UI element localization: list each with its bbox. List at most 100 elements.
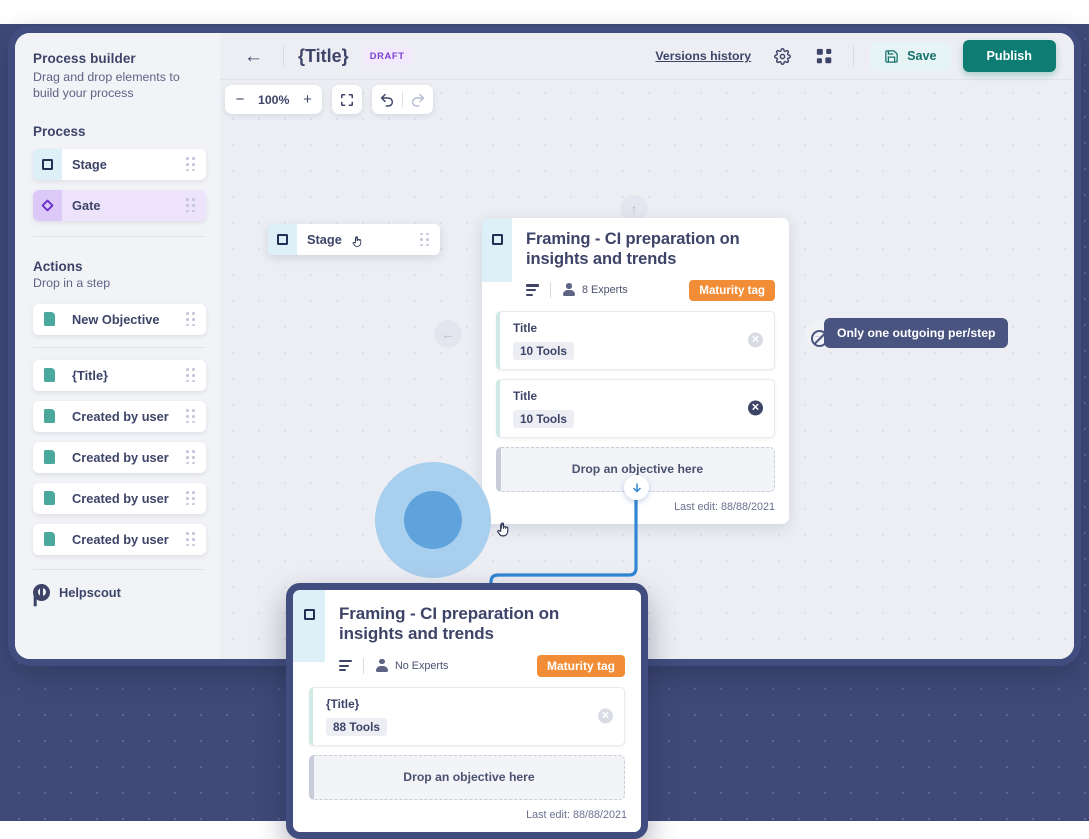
lifebuoy-icon [33,583,50,601]
sidebar-actions-subtitle: Drop in a step [33,275,111,290]
publish-button[interactable]: Publish [962,40,1056,72]
drag-handle-icon[interactable] [420,232,429,247]
hand-cursor-icon [495,520,512,539]
grid-icon[interactable] [813,45,835,67]
objective-title: Title [513,388,538,403]
description-icon[interactable] [339,660,352,672]
sidebar-subtitle: Drag and drop elements to build your pro… [33,70,180,101]
person-icon [375,658,388,673]
add-step-down-button[interactable] [624,475,649,500]
main-area: ← {Title} DRAFT Versions history Save Pu… [220,33,1074,659]
zoom-group: − 100% + [225,85,323,114]
sidebar-item-label: Created by user [72,408,169,424]
objective-pill: 10 Tools [513,409,574,428]
zoom-toolbar: − 100% + [225,85,434,114]
tooltip: Only one outgoing per/step [824,318,1009,348]
sidebar-item-created-by-user-4[interactable]: Created by user [33,523,206,555]
zoom-out-button[interactable]: − [225,85,255,114]
drag-handle-icon[interactable] [186,409,195,424]
save-icon [885,49,898,63]
drag-handle-icon[interactable] [186,532,195,547]
canvas[interactable]: − 100% + Stage ↑ ← → Only one outgoing p… [220,80,1074,659]
sidebar-item-stage[interactable]: Stage [33,148,206,180]
status-badge: DRAFT [362,47,412,65]
sidebar-section-process: Process [33,123,86,139]
fit-group [332,85,363,114]
divider [853,46,855,66]
drop-target-indicator [375,462,491,578]
sidebar-item-title[interactable]: {Title} [33,359,206,391]
versions-history-link[interactable]: Versions history [655,49,751,63]
stage-node-label: Stage [307,232,342,247]
divider [283,46,284,66]
sidebar-title: Process builder [33,51,136,66]
sidebar-item-label: Created by user [72,449,169,465]
square-icon [33,148,62,180]
remove-objective-button[interactable]: ✕ [598,708,613,724]
description-icon[interactable] [526,284,539,296]
objective-pill: 88 Tools [326,717,387,736]
fullscreen-icon[interactable] [332,85,362,114]
objective-item[interactable]: Title 10 Tools ✕ [496,378,775,438]
card-title: Framing - CI preparation on insights and… [526,230,740,268]
hand-cursor-icon [351,234,364,249]
save-button[interactable]: Save [870,41,951,71]
objective-list: Title 10 Tools ✕ Title 10 Tools ✕ Drop a… [482,310,789,492]
document-icon [33,524,62,555]
divider [363,657,364,674]
sidebar-item-created-by-user-3[interactable]: Created by user [33,482,206,514]
square-icon [492,234,503,245]
sidebar-item-gate[interactable]: Gate [33,189,206,221]
remove-objective-button[interactable]: ✕ [748,332,763,348]
zoom-level: 100% [258,92,290,107]
backdrop-top-strip [0,0,1089,24]
back-button[interactable]: ← [238,45,269,68]
card-meta: No Experts Maturity tag [339,654,625,677]
drag-handle-icon[interactable] [186,491,195,506]
diamond-icon [33,189,62,221]
objective-pill: 10 Tools [513,341,574,360]
sidebar-item-created-by-user-2[interactable]: Created by user [33,441,206,473]
maturity-tag: Maturity tag [536,654,625,677]
connect-left-handle[interactable]: ← [434,320,462,348]
zoom-in-button[interactable]: + [292,85,322,114]
sidebar-item-label: Created by user [72,490,169,506]
topbar: ← {Title} DRAFT Versions history Save Pu… [220,33,1074,80]
document-icon [33,401,62,432]
sidebar-item-new-objective[interactable]: New Objective [33,303,206,335]
document-icon [33,483,62,514]
drag-handle-icon[interactable] [186,368,195,383]
redo-icon[interactable] [403,85,433,114]
remove-objective-button[interactable]: ✕ [748,400,763,416]
sidebar-divider [33,346,204,348]
undo-icon[interactable] [372,85,402,114]
app-window: Process builder Drag and drop elements t… [8,26,1081,666]
square-icon [304,609,315,620]
gear-icon[interactable] [771,45,793,67]
divider [550,282,551,299]
sidebar-item-created-by-user-1[interactable]: Created by user [33,400,206,432]
objective-item[interactable]: {Title} 88 Tools ✕ [309,686,625,746]
drag-handle-icon[interactable] [186,157,195,172]
document-icon [33,304,62,335]
last-edit-label: Last edit: 88/88/2021 [526,808,627,821]
sidebar-divider [33,568,204,570]
maturity-tag: Maturity tag [689,279,775,301]
sidebar-item-label: Stage [72,156,107,172]
sidebar-divider [33,235,204,237]
sidebar-section-actions: Actions [33,258,83,274]
dragged-step-card[interactable]: Framing - CI preparation on insights and… [286,583,648,839]
stage-node[interactable]: Stage [268,224,440,255]
drag-handle-icon[interactable] [186,450,195,465]
helpscout-button[interactable]: Helpscout [33,583,206,601]
objective-dropzone[interactable]: Drop an objective here [309,754,625,800]
drag-handle-icon[interactable] [186,312,195,327]
objective-list: {Title} 88 Tools ✕ Drop an objective her… [293,686,641,800]
square-icon [268,224,297,255]
sidebar-item-label: Gate [72,197,101,213]
objective-item[interactable]: Title 10 Tools ✕ [496,310,775,370]
helpscout-label: Helpscout [59,584,121,600]
objective-title: Title [513,320,538,335]
drag-handle-icon[interactable] [186,198,195,213]
experts-count: 8 Experts [582,284,628,297]
